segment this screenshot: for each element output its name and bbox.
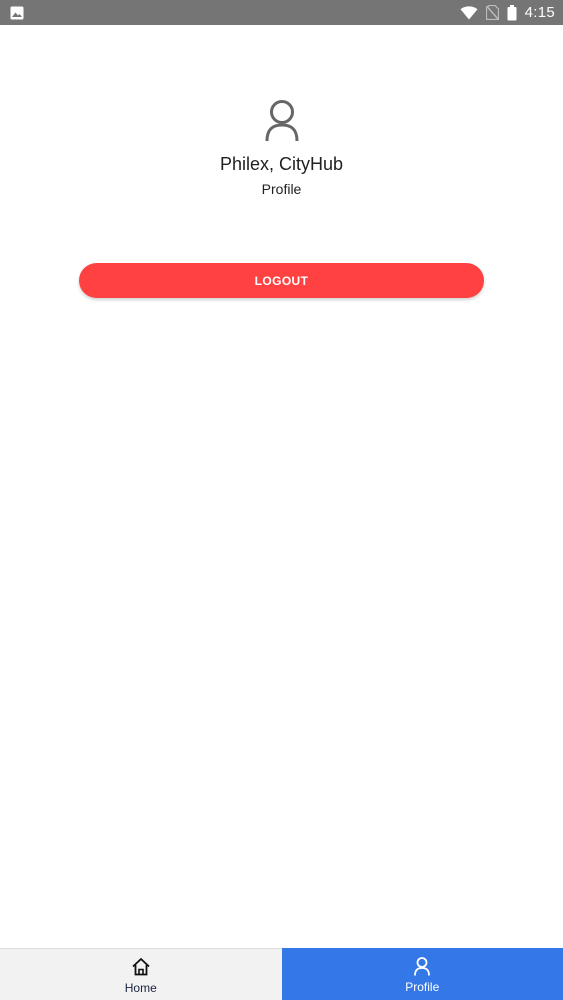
home-icon xyxy=(132,958,150,976)
status-bar: 4:15 xyxy=(0,0,563,25)
tab-profile-label: Profile xyxy=(405,980,440,994)
wifi-icon xyxy=(460,5,478,20)
tab-home[interactable]: Home xyxy=(0,948,282,1000)
image-icon xyxy=(10,6,24,20)
tab-home-label: Home xyxy=(124,981,157,995)
no-sim-icon xyxy=(485,5,499,20)
battery-icon xyxy=(507,4,517,21)
bottom-nav: Home Profile xyxy=(0,948,563,1000)
profile-name: Philex, CityHub xyxy=(219,154,344,174)
tab-profile[interactable]: Profile xyxy=(281,948,563,1000)
user-icon xyxy=(265,100,298,142)
profile-header: Philex, CityHub Profile xyxy=(0,98,563,197)
user-icon xyxy=(414,957,431,976)
status-time: 4:15 xyxy=(524,4,555,21)
profile-subtitle: Profile xyxy=(261,181,302,197)
logout-button[interactable]: LOGOUT xyxy=(79,263,484,298)
